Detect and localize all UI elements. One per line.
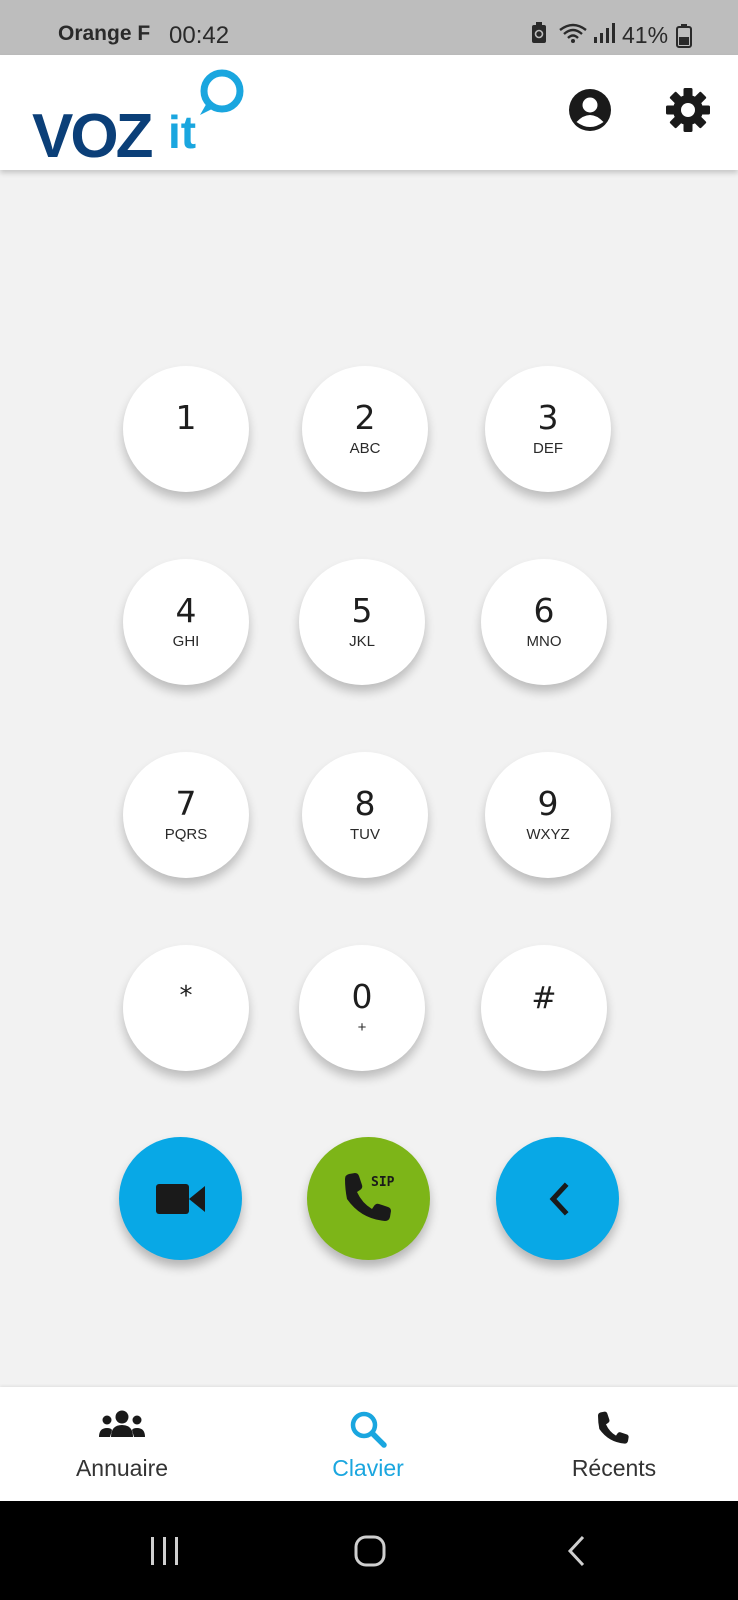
status-bar: Orange F 00:42 41% (0, 0, 738, 55)
tab-label: Annuaire (75, 1455, 169, 1481)
logo-wordmark: VOZ (32, 102, 153, 171)
sip-badge: SIP (371, 1175, 395, 1190)
settings-button[interactable] (663, 85, 713, 135)
key-digit: 7 (175, 784, 197, 823)
key-letters: WXYZ (526, 826, 570, 843)
wifi-icon (558, 22, 588, 44)
video-call-button[interactable] (119, 1137, 242, 1260)
home-button[interactable] (345, 1531, 395, 1571)
tab-annuaire[interactable]: Annuaire (22, 1387, 222, 1501)
video-camera-icon (155, 1183, 205, 1214)
tab-clavier[interactable]: Clavier (268, 1387, 468, 1501)
tab-label: Récents (571, 1455, 657, 1481)
contacts-group-icon (99, 1410, 145, 1437)
back-button[interactable] (552, 1531, 602, 1571)
key-digit: # (531, 981, 557, 1016)
key-letters: GHI (172, 633, 200, 650)
key-digit: * (179, 981, 193, 1011)
key-3[interactable]: 3 DEF (485, 366, 611, 492)
key-9[interactable]: 9 WXYZ (485, 752, 611, 878)
backspace-button[interactable] (496, 1137, 619, 1260)
vozit-logo: VOZ it (30, 65, 245, 171)
battery-icon (676, 24, 692, 53)
key-letters: ABC (349, 440, 381, 457)
app-header: VOZ it (0, 55, 738, 171)
battery-percent: 41% (622, 22, 669, 48)
settings-gear-icon (666, 88, 710, 132)
tab-label: Clavier (332, 1455, 404, 1481)
search-icon (350, 1411, 387, 1448)
key-letters: MNO (526, 633, 562, 650)
key-digit: 5 (351, 591, 373, 630)
tab-recents[interactable]: Récents (514, 1387, 714, 1501)
battery-saver-icon (530, 22, 548, 44)
recents-icon (151, 1537, 178, 1565)
account-button[interactable] (565, 85, 615, 135)
key-7[interactable]: 7 PQRS (123, 752, 249, 878)
recents-button[interactable] (140, 1531, 190, 1571)
key-letters: TUV (350, 826, 380, 843)
key-letters: JKL (349, 633, 375, 650)
key-letters: PQRS (164, 826, 208, 843)
home-icon (354, 1535, 386, 1567)
key-hash[interactable]: # (481, 945, 607, 1071)
sip-call-button[interactable]: SIP (307, 1137, 430, 1260)
key-digit: 3 (537, 398, 559, 437)
key-4[interactable]: 4 GHI (123, 559, 249, 685)
key-1[interactable]: 1 (123, 366, 249, 492)
signal-icon (592, 22, 616, 44)
system-navigation-bar (0, 1501, 738, 1600)
key-digit: 6 (533, 591, 555, 630)
key-5[interactable]: 5 JKL (299, 559, 425, 685)
key-8[interactable]: 8 TUV (302, 752, 428, 878)
key-6[interactable]: 6 MNO (481, 559, 607, 685)
key-digit: 0 (351, 977, 373, 1016)
back-icon (567, 1535, 585, 1567)
key-letters: DEF (533, 440, 563, 457)
key-digit: 4 (175, 591, 197, 630)
key-digit: 1 (175, 398, 197, 437)
logo-bubble-icon (200, 69, 244, 115)
key-2[interactable]: 2 ABC (302, 366, 428, 492)
clock: 00:42 (169, 22, 230, 49)
chevron-left-icon (549, 1181, 569, 1216)
status-icons (530, 22, 616, 44)
key-digit: 9 (537, 784, 559, 823)
key-letters: + (357, 1019, 367, 1036)
key-star[interactable]: * (123, 945, 249, 1071)
key-digit: 2 (354, 398, 376, 437)
key-digit: 8 (354, 784, 376, 823)
carrier-label: Orange F (58, 22, 151, 45)
phone-icon (598, 1411, 629, 1444)
account-icon (569, 89, 611, 131)
bottom-navigation: Annuaire Clavier Récents (0, 1387, 738, 1501)
key-0[interactable]: 0 + (299, 945, 425, 1071)
